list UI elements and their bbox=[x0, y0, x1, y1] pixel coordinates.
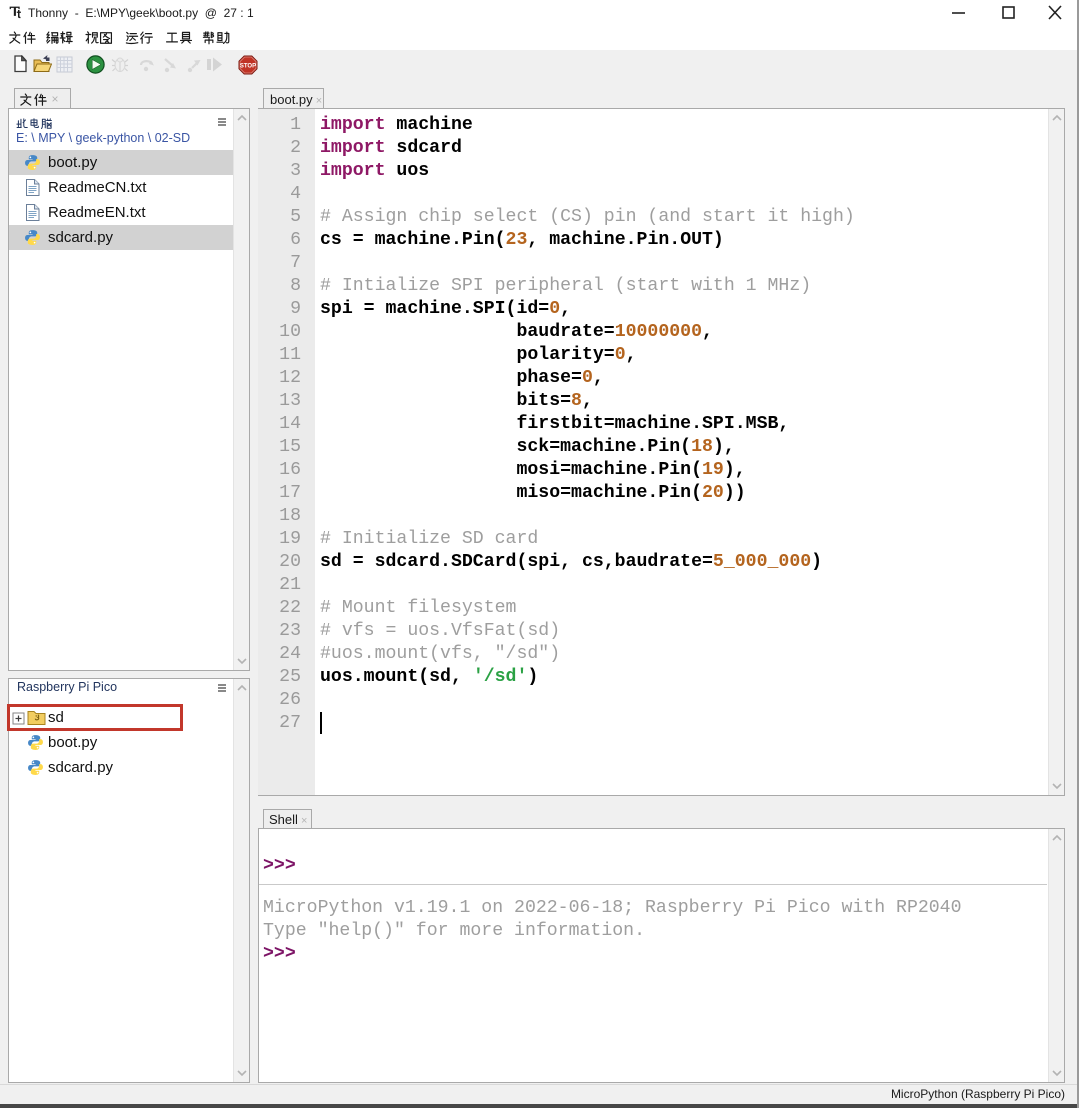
svg-text:STOP: STOP bbox=[240, 63, 256, 69]
